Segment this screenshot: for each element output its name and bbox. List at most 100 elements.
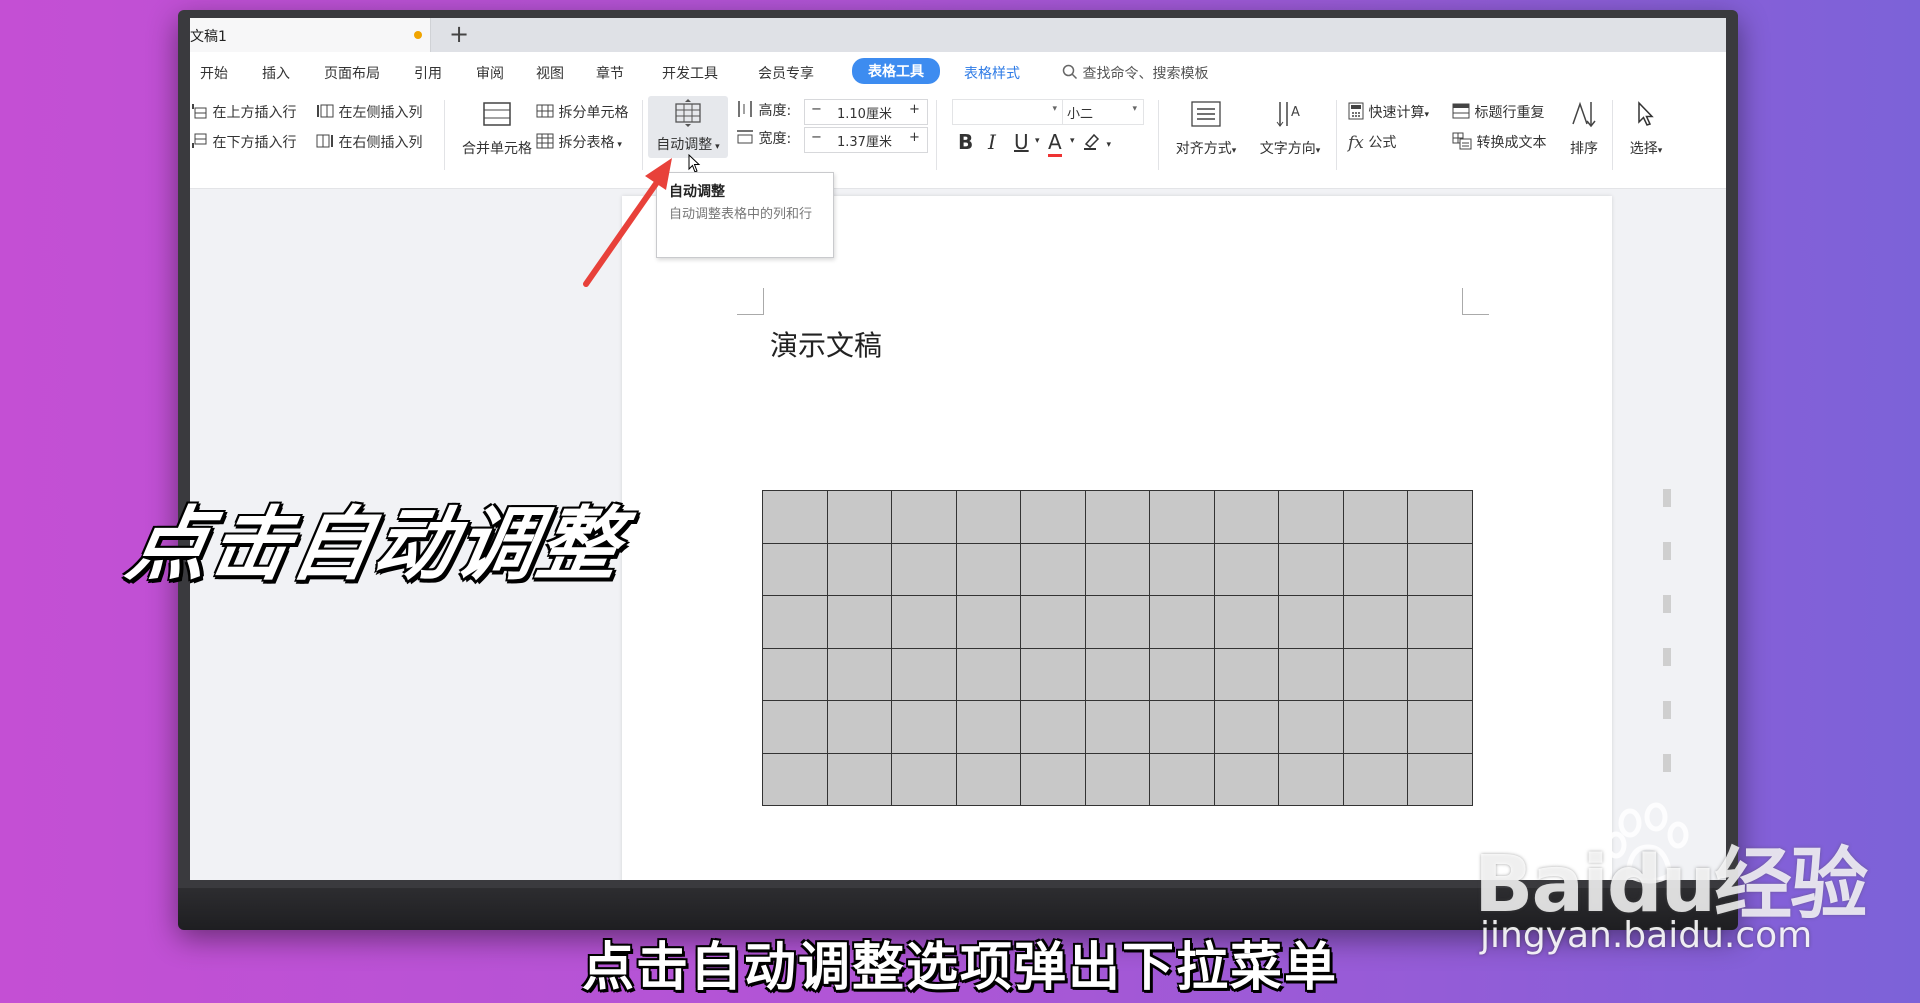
underline-button[interactable]: U bbox=[1014, 130, 1029, 154]
menu-insert[interactable]: 插入 bbox=[262, 63, 290, 83]
table-cell[interactable] bbox=[891, 647, 957, 701]
table-cell[interactable] bbox=[762, 700, 828, 754]
table-cell[interactable] bbox=[1278, 490, 1344, 544]
font-color-button[interactable]: A bbox=[1048, 130, 1062, 157]
table-cell[interactable] bbox=[1278, 595, 1344, 649]
table-cell[interactable] bbox=[1278, 542, 1344, 596]
menu-chapter[interactable]: 章节 bbox=[596, 63, 624, 83]
table-cell[interactable] bbox=[955, 595, 1021, 649]
table-cell[interactable] bbox=[1213, 490, 1279, 544]
table-cell[interactable] bbox=[1084, 542, 1150, 596]
table-cell[interactable] bbox=[826, 595, 892, 649]
table-cell[interactable] bbox=[762, 647, 828, 701]
table-cell[interactable] bbox=[1084, 595, 1150, 649]
select-button[interactable]: 选择▾ bbox=[1616, 100, 1676, 158]
table-cell[interactable] bbox=[891, 542, 957, 596]
insert-col-right-button[interactable]: 在右侧插入列 bbox=[316, 132, 422, 153]
align-button[interactable]: 对齐方式▾ bbox=[1166, 100, 1246, 158]
row-resize-handle[interactable] bbox=[1663, 542, 1671, 560]
bold-button[interactable]: B bbox=[958, 130, 973, 154]
height-increment-button[interactable]: + bbox=[909, 102, 920, 117]
table-cell[interactable] bbox=[1342, 647, 1408, 701]
table-cell[interactable] bbox=[1020, 542, 1086, 596]
table-cell[interactable] bbox=[762, 595, 828, 649]
new-tab-button[interactable]: + bbox=[446, 20, 472, 48]
table-cell[interactable] bbox=[762, 490, 828, 544]
table-cell[interactable] bbox=[826, 700, 892, 754]
table-cell[interactable] bbox=[1342, 700, 1408, 754]
table-cell[interactable] bbox=[1342, 752, 1408, 806]
menu-home[interactable]: 开始 bbox=[200, 63, 228, 83]
table-cell[interactable] bbox=[762, 752, 828, 806]
auto-adjust-content[interactable]: 自动调整 ▾ bbox=[648, 98, 728, 154]
insert-row-below-button[interactable]: 在下方插入行 bbox=[192, 132, 296, 153]
row-resize-handle[interactable] bbox=[1663, 648, 1671, 666]
table-cell[interactable] bbox=[1020, 752, 1086, 806]
table-cell[interactable] bbox=[1084, 752, 1150, 806]
table-cell[interactable] bbox=[955, 700, 1021, 754]
table-cell[interactable] bbox=[955, 490, 1021, 544]
row-height-stepper[interactable]: − 1.10厘米 + bbox=[804, 99, 928, 125]
document-tab[interactable]: 文稿1 bbox=[190, 18, 431, 52]
width-decrement-button[interactable]: − bbox=[811, 130, 822, 145]
insert-col-left-button[interactable]: 在左侧插入列 bbox=[316, 102, 422, 123]
table-cell[interactable] bbox=[1149, 595, 1215, 649]
table-cell[interactable] bbox=[955, 752, 1021, 806]
quick-calc-button[interactable]: 快速计算▾ bbox=[1348, 102, 1429, 124]
menu-review[interactable]: 审阅 bbox=[476, 63, 504, 83]
document-title-text[interactable]: 演示文稿 bbox=[770, 324, 882, 364]
menu-membership[interactable]: 会员专享 bbox=[758, 63, 814, 83]
height-decrement-button[interactable]: − bbox=[811, 102, 822, 117]
table-cell[interactable] bbox=[1342, 542, 1408, 596]
formula-button[interactable]: fx 公式 bbox=[1348, 132, 1396, 153]
document-page[interactable]: 演示文稿 bbox=[622, 196, 1612, 880]
col-width-stepper[interactable]: − 1.37厘米 + bbox=[804, 127, 928, 153]
table-cell[interactable] bbox=[1084, 700, 1150, 754]
table-cell[interactable] bbox=[762, 542, 828, 596]
col-width-value[interactable]: 1.37厘米 bbox=[837, 131, 892, 150]
insert-row-above-button[interactable]: 在上方插入行 bbox=[192, 102, 296, 123]
tab-table-style[interactable]: 表格样式 bbox=[964, 63, 1020, 83]
table-cell[interactable] bbox=[1407, 542, 1473, 596]
table-cell[interactable] bbox=[1149, 700, 1215, 754]
width-increment-button[interactable]: + bbox=[909, 130, 920, 145]
table-cell[interactable] bbox=[1278, 647, 1344, 701]
table-cell[interactable] bbox=[891, 700, 957, 754]
row-resize-handle[interactable] bbox=[1663, 595, 1671, 613]
table-cell[interactable] bbox=[1084, 490, 1150, 544]
tab-table-tools[interactable]: 表格工具 bbox=[852, 58, 940, 84]
table-cell[interactable] bbox=[826, 490, 892, 544]
table-cell[interactable] bbox=[1213, 700, 1279, 754]
font-size-select[interactable]: 小二 ▾ bbox=[1062, 99, 1144, 125]
table-cell[interactable] bbox=[1342, 595, 1408, 649]
header-repeat-button[interactable]: 标题行重复 bbox=[1452, 102, 1544, 123]
table-cell[interactable] bbox=[1213, 542, 1279, 596]
menu-references[interactable]: 引用 bbox=[414, 63, 442, 83]
table-cell[interactable] bbox=[1407, 752, 1473, 806]
split-cells-button[interactable]: 拆分单元格 bbox=[536, 102, 628, 123]
row-resize-handle[interactable] bbox=[1663, 701, 1671, 719]
table-cell[interactable] bbox=[1020, 647, 1086, 701]
table-cell[interactable] bbox=[955, 542, 1021, 596]
row-resize-handle[interactable] bbox=[1663, 489, 1671, 507]
command-search[interactable]: 查找命令、搜索模板 bbox=[1062, 63, 1208, 84]
table-cell[interactable] bbox=[1020, 490, 1086, 544]
table-cell[interactable] bbox=[1407, 490, 1473, 544]
table-cell[interactable] bbox=[1020, 595, 1086, 649]
text-direction-button[interactable]: A 文字方向▾ bbox=[1250, 100, 1330, 158]
sort-button[interactable]: 排序 bbox=[1564, 100, 1604, 158]
table-cell[interactable] bbox=[1278, 752, 1344, 806]
table-cell[interactable] bbox=[1084, 647, 1150, 701]
convert-to-text-button[interactable]: 转换成文本 bbox=[1452, 132, 1546, 154]
table-cell[interactable] bbox=[1342, 490, 1408, 544]
menu-developer[interactable]: 开发工具 bbox=[662, 63, 718, 83]
table-cell[interactable] bbox=[891, 595, 957, 649]
split-table-button[interactable]: 拆分表格 ▾ bbox=[536, 132, 622, 153]
table-cell[interactable] bbox=[1149, 490, 1215, 544]
menu-view[interactable]: 视图 bbox=[536, 63, 564, 83]
table-cell[interactable] bbox=[826, 752, 892, 806]
table-cell[interactable] bbox=[891, 752, 957, 806]
menu-page-layout[interactable]: 页面布局 bbox=[324, 63, 380, 83]
table-cell[interactable] bbox=[1149, 752, 1215, 806]
table-cell[interactable] bbox=[826, 542, 892, 596]
